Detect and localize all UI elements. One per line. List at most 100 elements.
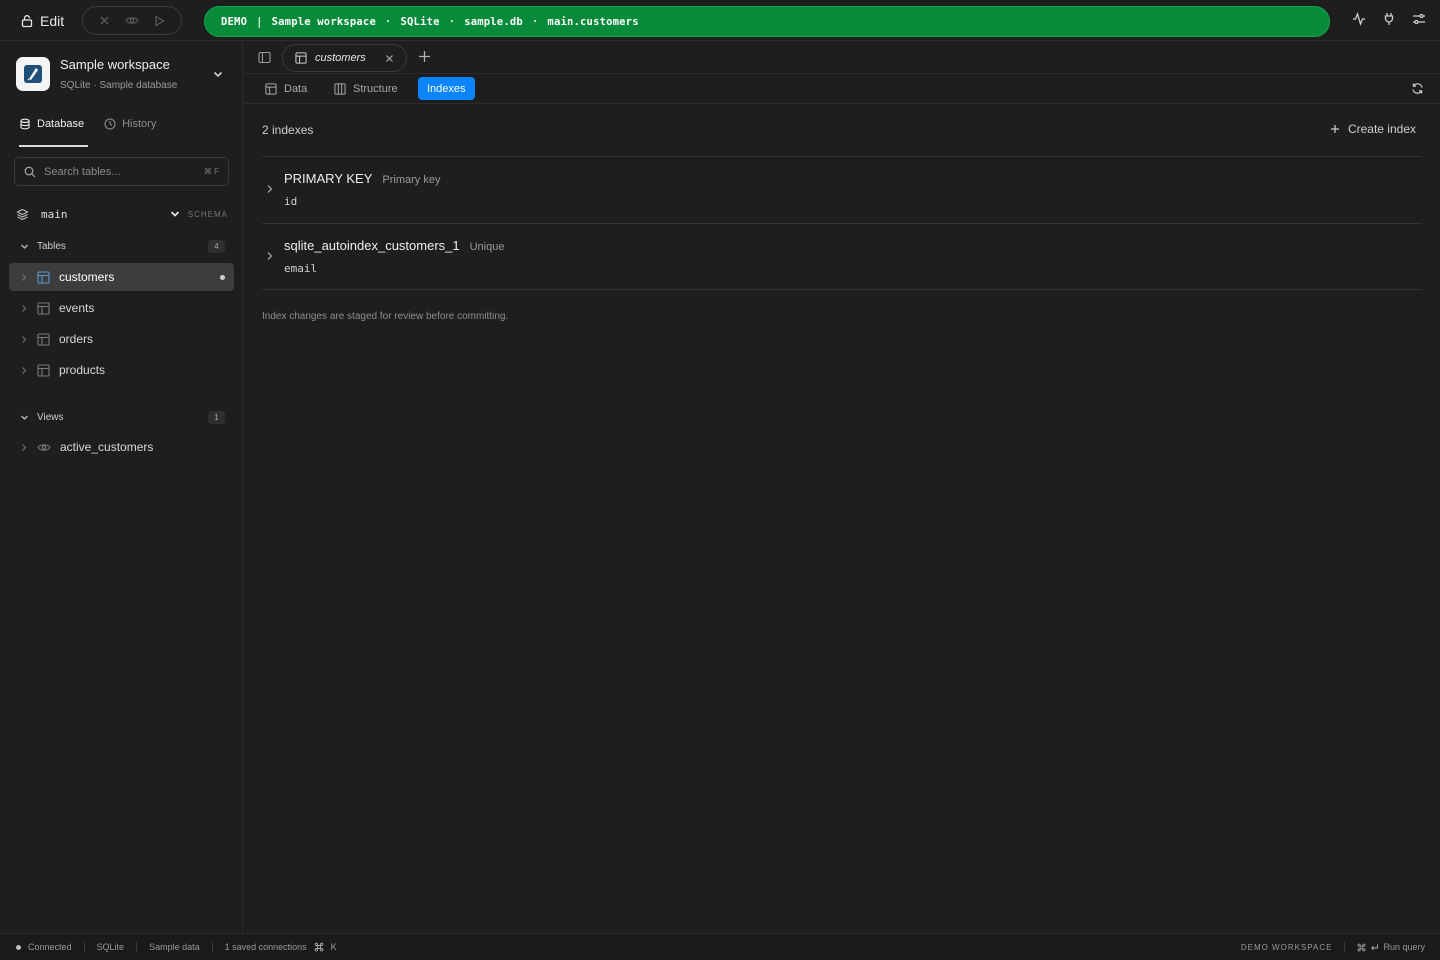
workspace-name[interactable]: Sample workspace <box>60 57 170 72</box>
index-count: 2 indexes <box>262 123 314 137</box>
table-icon <box>37 270 50 284</box>
index-kind: Primary key <box>382 174 441 186</box>
plug-icon[interactable] <box>1382 12 1396 26</box>
index-title: PRIMARY KEY Primary key <box>284 171 440 186</box>
tab-history[interactable]: History <box>104 114 156 136</box>
refresh-icon[interactable] <box>1411 82 1424 95</box>
index-columns: id <box>284 195 298 208</box>
lock-icon <box>20 14 34 28</box>
edit-button[interactable]: Edit <box>20 10 64 32</box>
discard-icon[interactable] <box>99 15 110 26</box>
schema-name: main <box>41 207 68 221</box>
top-bar: Edit DEMO | Sample workspace · SQLite · … <box>0 0 1440 41</box>
table-item-label: products <box>59 363 106 377</box>
activity-icon[interactable] <box>1352 12 1366 26</box>
index-title: sqlite_autoindex_customers_1 Unique <box>284 238 504 253</box>
schema-label: SCHEMA <box>187 209 228 219</box>
table-icon <box>37 332 50 346</box>
divider <box>262 289 1422 290</box>
index-row-primary-key[interactable]: PRIMARY KEY Primary key id <box>262 157 1422 223</box>
saved-connections[interactable]: 1 saved connections K <box>225 942 337 952</box>
subtab-structure[interactable]: Structure <box>325 77 407 100</box>
saved-connections-label: 1 saved connections <box>224 942 307 952</box>
sidebar-toggle-icon[interactable] <box>258 51 271 64</box>
subtab-structure-label: Structure <box>353 82 398 95</box>
tables-section-label: Tables <box>37 240 66 252</box>
schema-selector[interactable]: main SCHEMA <box>16 206 228 222</box>
subtab-data[interactable]: Data <box>256 77 316 100</box>
divider <box>83 942 85 952</box>
table-icon <box>265 82 277 95</box>
banner-dot: · <box>384 15 392 28</box>
demo-banner: DEMO | Sample workspace · SQLite · sampl… <box>204 6 1330 37</box>
status-bar: Connected SQLite Sample data 1 saved con… <box>0 933 1440 960</box>
layers-icon <box>16 208 29 221</box>
tables-section-header[interactable]: Tables 4 <box>20 238 225 254</box>
tab-database[interactable]: Database <box>19 114 84 136</box>
sidebar: Sample workspace SQLite · Sample databas… <box>0 42 243 933</box>
run-query-hint[interactable]: Run query <box>1357 942 1425 952</box>
divider <box>211 942 213 952</box>
close-icon[interactable] <box>385 54 394 63</box>
clock-icon <box>104 118 116 130</box>
chevron-right-icon[interactable] <box>20 304 28 313</box>
status-right: DEMO WORKSPACE Run query <box>1241 942 1440 952</box>
table-item-products[interactable]: products <box>9 356 234 384</box>
table-icon <box>37 301 50 315</box>
view-mode-tabs: Data Structure Indexes <box>244 74 1440 104</box>
workspace-label: DEMO WORKSPACE <box>1240 942 1333 952</box>
views-section-label: Views <box>37 411 64 423</box>
subtab-data-label: Data <box>284 82 308 95</box>
banner-dot: · <box>531 15 539 28</box>
plus-icon[interactable] <box>418 50 431 63</box>
search-icon <box>24 166 36 178</box>
subtab-indexes[interactable]: Indexes <box>418 77 475 100</box>
command-key-icon <box>1357 943 1366 952</box>
banner-engine: SQLite <box>400 15 440 28</box>
chevron-right-icon[interactable] <box>20 273 28 282</box>
app-window: Edit DEMO | Sample workspace · SQLite · … <box>0 0 1440 960</box>
chevron-right-icon[interactable] <box>265 184 274 194</box>
shortcut-key: K <box>330 942 337 952</box>
chevron-right-icon[interactable] <box>20 335 28 344</box>
banner-dot: · <box>448 15 456 28</box>
tab-customers[interactable]: customers <box>282 44 407 72</box>
view-item-active-customers[interactable]: active_customers <box>9 433 234 461</box>
status-dot <box>16 944 21 950</box>
chevron-down-icon <box>170 209 180 219</box>
columns-icon <box>334 82 346 95</box>
divider <box>136 942 138 952</box>
chevron-right-icon[interactable] <box>20 366 28 375</box>
plus-icon <box>1330 124 1340 134</box>
run-query-label: Run query <box>1383 942 1425 952</box>
search-placeholder: Search tables... <box>44 165 121 178</box>
settings-sliders-icon[interactable] <box>1412 12 1426 26</box>
chevron-right-icon[interactable] <box>20 443 28 452</box>
views-count-badge: 1 <box>208 410 225 424</box>
banner-workspace: Sample workspace <box>271 15 376 28</box>
chevron-down-icon[interactable] <box>212 68 224 80</box>
edit-label: Edit <box>40 13 65 29</box>
return-key-icon <box>1370 943 1379 952</box>
command-key-icon <box>314 942 324 952</box>
table-item-events[interactable]: events <box>9 294 234 322</box>
create-index-button[interactable]: Create index <box>1330 122 1416 136</box>
table-item-orders[interactable]: orders <box>9 325 234 353</box>
tab-label: customers <box>315 52 366 64</box>
subtab-indexes-label: Indexes <box>427 82 466 95</box>
unsaved-dot <box>220 274 225 280</box>
chevron-right-icon[interactable] <box>265 251 274 261</box>
index-name: sqlite_autoindex_customers_1 <box>284 238 460 253</box>
table-item-customers[interactable]: customers <box>9 263 234 291</box>
index-row-autoindex[interactable]: sqlite_autoindex_customers_1 Unique emai… <box>262 224 1422 290</box>
search-input[interactable]: Search tables... ⌘ F <box>14 157 229 186</box>
tab-history-label: History <box>122 118 157 130</box>
table-icon <box>37 363 50 377</box>
workspace-subtitle: SQLite · Sample database <box>60 80 178 91</box>
views-section-header[interactable]: Views 1 <box>20 409 225 425</box>
staging-note: Index changes are staged for review befo… <box>262 311 509 322</box>
preview-icon[interactable] <box>125 15 139 26</box>
create-index-label: Create index <box>1347 122 1416 136</box>
run-icon[interactable] <box>154 14 165 27</box>
engine-label: SQLite <box>96 942 125 952</box>
